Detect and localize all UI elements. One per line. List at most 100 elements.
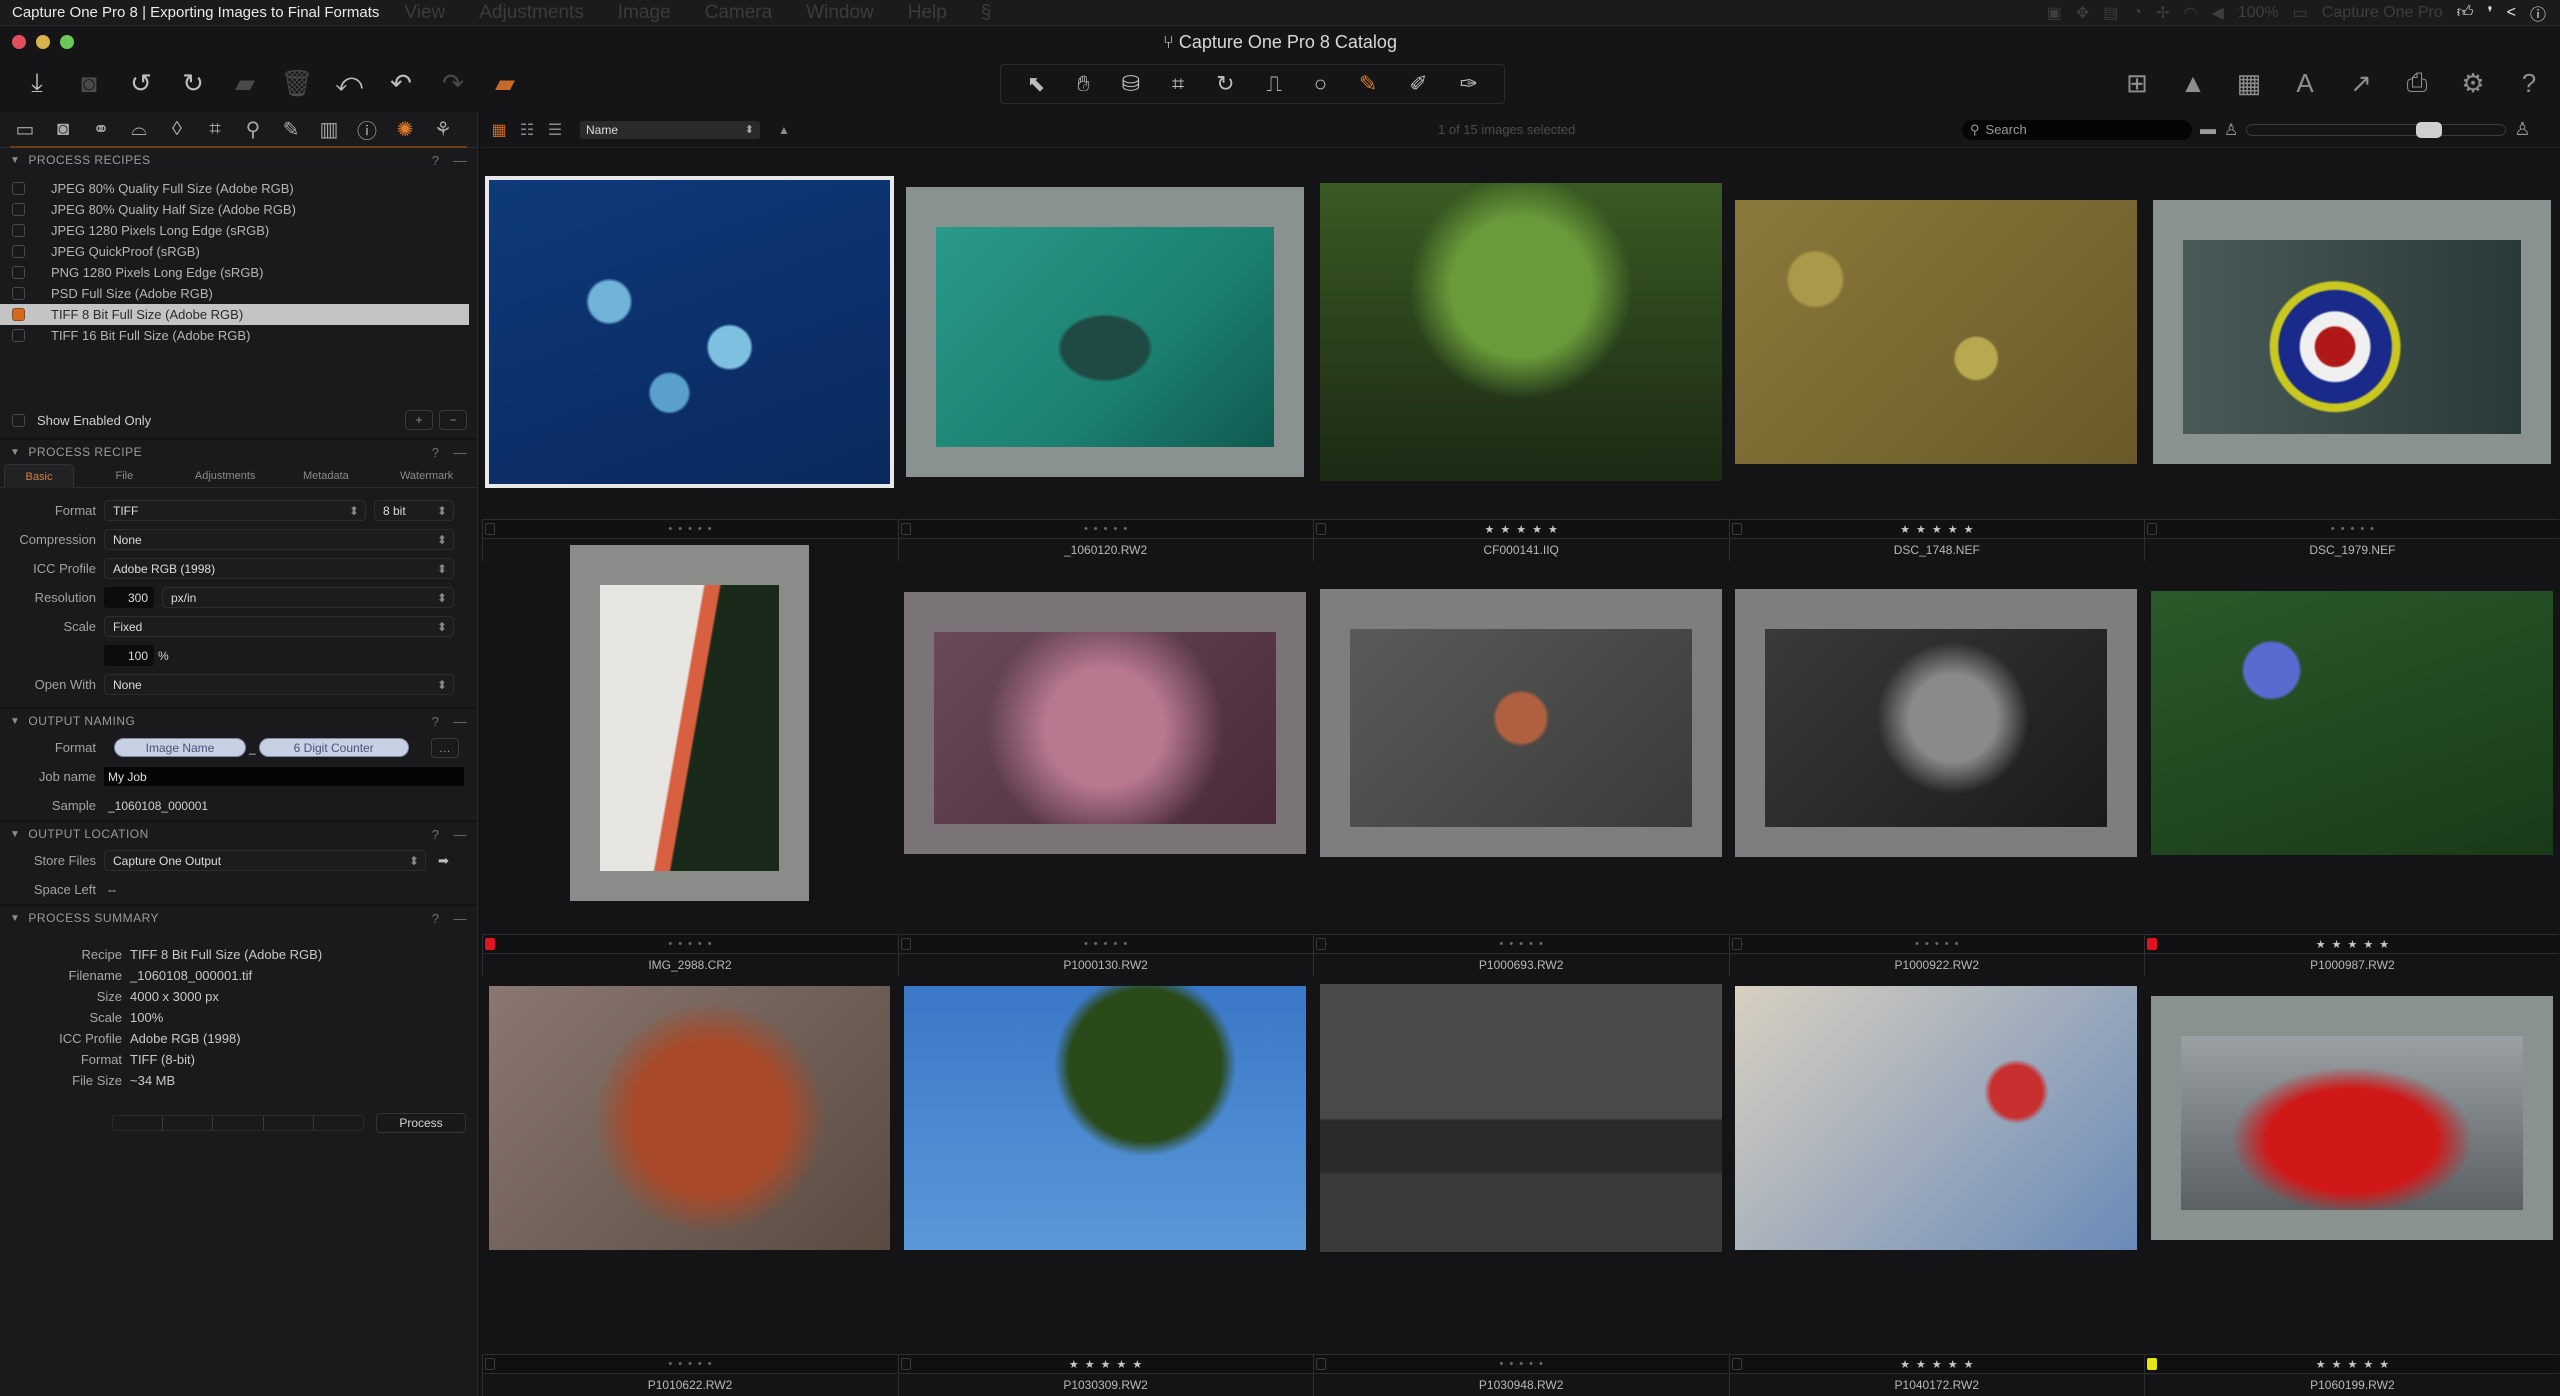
menu-window[interactable]: Window bbox=[806, 2, 874, 24]
star-icon[interactable]: • bbox=[1539, 938, 1543, 950]
star-icon[interactable]: • bbox=[708, 523, 712, 535]
star-rating[interactable]: ★ ★ ★ ★ ★ bbox=[1314, 519, 1729, 539]
tool-menu-icon[interactable]: — bbox=[454, 445, 468, 460]
recipe-item-selected[interactable]: TIFF 8 Bit Full Size (Adobe RGB) bbox=[0, 304, 469, 325]
star-icon[interactable]: • bbox=[688, 1358, 692, 1370]
star-icon[interactable]: ★ bbox=[2363, 1358, 2373, 1371]
slider-knob[interactable] bbox=[2415, 121, 2442, 138]
collapse-triangle-icon[interactable]: ▼ bbox=[10, 447, 20, 458]
color-tag[interactable] bbox=[1731, 523, 1742, 535]
star-icon[interactable]: ★ bbox=[1964, 523, 1974, 536]
remove-recipe-button[interactable]: − bbox=[439, 410, 467, 430]
color-tag[interactable] bbox=[900, 938, 911, 950]
thumbnail-image[interactable] bbox=[905, 186, 1305, 478]
thumbnail-area[interactable] bbox=[1729, 172, 2144, 492]
print-icon[interactable]: ⎙ bbox=[2400, 66, 2434, 100]
sort-select[interactable]: Name bbox=[580, 120, 760, 139]
thumbnail-area[interactable] bbox=[898, 172, 1313, 492]
undo-all-icon[interactable]: ⤺ bbox=[332, 66, 366, 100]
open-with-select[interactable]: None bbox=[104, 674, 454, 695]
share-icon[interactable]: < bbox=[2507, 4, 2516, 22]
star-icon[interactable]: • bbox=[698, 1358, 702, 1370]
move-icon[interactable]: ✥ bbox=[2076, 3, 2089, 23]
keystone-tool-icon[interactable]: ⎍ bbox=[1266, 71, 1281, 97]
batch-tab-icon[interactable]: ⚘ bbox=[428, 115, 458, 145]
star-icon[interactable]: • bbox=[698, 523, 702, 535]
naming-more-button[interactable]: … bbox=[430, 737, 459, 758]
star-icon[interactable]: ★ bbox=[2332, 1358, 2342, 1371]
thumbnail-area[interactable] bbox=[482, 968, 897, 1268]
erase-tool-icon[interactable]: ✐ bbox=[1409, 71, 1427, 97]
help-icon[interactable]: ? bbox=[432, 714, 440, 729]
star-icon[interactable]: • bbox=[668, 1358, 672, 1370]
scale-percent-input[interactable]: 100 bbox=[104, 645, 154, 666]
thumbnail-image[interactable] bbox=[1319, 183, 1722, 481]
star-rating[interactable]: • • • • • bbox=[483, 934, 897, 954]
star-icon[interactable]: • bbox=[688, 938, 692, 950]
recipe-checkbox[interactable] bbox=[12, 224, 25, 237]
thumbnail-image[interactable] bbox=[1319, 589, 1722, 857]
resolution-input[interactable]: 300 bbox=[104, 587, 154, 608]
color-tag[interactable] bbox=[485, 523, 495, 535]
list-view-icon[interactable]: ☷ bbox=[516, 119, 538, 141]
star-icon[interactable]: ★ bbox=[1516, 523, 1526, 536]
sort-direction-icon[interactable]: ▲ bbox=[778, 123, 790, 137]
star-icon[interactable]: • bbox=[708, 938, 712, 950]
tab-file[interactable]: File bbox=[74, 464, 175, 488]
star-icon[interactable]: • bbox=[678, 523, 682, 535]
process-recipe-header[interactable]: ▼ PROCESS RECIPE ? — bbox=[0, 440, 477, 464]
job-name-input[interactable]: My Job bbox=[104, 767, 464, 786]
output-location-header[interactable]: ▼ OUTPUT LOCATION ? — bbox=[0, 822, 477, 846]
star-icon[interactable]: ★ bbox=[2316, 1358, 2326, 1371]
metadata-tab-icon[interactable]: ⓘ bbox=[352, 115, 382, 145]
store-files-select[interactable]: Capture One Output bbox=[104, 850, 426, 871]
folder-icon[interactable]: ▰ bbox=[228, 66, 262, 100]
recipe-item[interactable]: JPEG 1280 Pixels Long Edge (sRGB) bbox=[0, 220, 477, 241]
star-icon[interactable]: • bbox=[2341, 523, 2345, 535]
composition-tab-icon[interactable]: ⌗ bbox=[200, 115, 230, 145]
star-rating[interactable]: ★ ★ ★ ★ ★ bbox=[2145, 934, 2560, 954]
color-tab-icon[interactable]: ⚭ bbox=[86, 115, 116, 145]
thumbnail-area[interactable] bbox=[1313, 558, 1728, 888]
star-icon[interactable]: ★ bbox=[2379, 938, 2389, 951]
thumbnail-image[interactable] bbox=[1735, 199, 2138, 465]
redo-icon[interactable]: ↷ bbox=[436, 66, 470, 100]
recipe-item[interactable]: JPEG 80% Quality Half Size (Adobe RGB) bbox=[0, 199, 477, 220]
token-image-name[interactable]: Image Name bbox=[114, 738, 246, 757]
recipe-item[interactable]: JPEG QuickProof (sRGB) bbox=[0, 241, 477, 262]
token-6-digit-counter[interactable]: 6 Digit Counter bbox=[258, 738, 409, 757]
screen-icon[interactable]: ▣ bbox=[2047, 3, 2062, 23]
collapse-triangle-icon[interactable]: ▼ bbox=[10, 716, 20, 727]
thumbnail-area[interactable] bbox=[898, 968, 1313, 1268]
loupe-tool-icon[interactable]: ⛁ bbox=[1122, 71, 1140, 97]
recipe-checkbox[interactable] bbox=[12, 266, 25, 279]
color-tag[interactable] bbox=[900, 1358, 911, 1370]
library-tab-icon[interactable]: ▭ bbox=[10, 115, 40, 145]
star-icon[interactable]: • bbox=[1094, 523, 1098, 535]
thumbs-up-icon[interactable]: 👍︎ bbox=[2457, 3, 2474, 22]
bluetooth-icon[interactable]: ✢ bbox=[2156, 3, 2169, 23]
star-icon[interactable]: • bbox=[1114, 938, 1118, 950]
recipe-item[interactable]: JPEG 80% Quality Full Size (Adobe RGB) bbox=[0, 178, 477, 199]
recipe-checkbox[interactable] bbox=[12, 203, 25, 216]
menu-help[interactable]: Help bbox=[908, 2, 947, 24]
star-rating[interactable]: • • • • • bbox=[898, 934, 1313, 954]
time-machine-icon[interactable]: ◔ bbox=[2132, 4, 2142, 22]
compression-select[interactable]: None bbox=[104, 529, 454, 550]
rotate-right-icon[interactable]: ↻ bbox=[176, 66, 210, 100]
star-icon[interactable]: • bbox=[1529, 1358, 1533, 1370]
resolution-unit-select[interactable]: px/in bbox=[162, 587, 454, 608]
thumbnail-area[interactable] bbox=[2144, 968, 2559, 1268]
picker-tool-icon[interactable]: ✑ bbox=[1459, 71, 1477, 97]
recipe-item[interactable]: PNG 1280 Pixels Long Edge (sRGB) bbox=[0, 262, 477, 283]
color-tag[interactable] bbox=[1731, 938, 1742, 950]
star-rating[interactable]: ★ ★ ★ ★ ★ bbox=[898, 1354, 1313, 1374]
export-icon[interactable]: ↗ bbox=[2344, 66, 2378, 100]
recipe-checkbox[interactable] bbox=[12, 329, 25, 342]
thumbnail-image[interactable] bbox=[1319, 984, 1722, 1252]
star-icon[interactable]: ★ bbox=[1948, 523, 1958, 536]
viewer-icon[interactable]: ⊞ bbox=[2120, 66, 2154, 100]
capture-tab-icon[interactable]: ◙ bbox=[48, 115, 78, 145]
star-icon[interactable]: ★ bbox=[1101, 1358, 1111, 1371]
output-naming-header[interactable]: ▼ OUTPUT NAMING ? — bbox=[0, 709, 477, 733]
